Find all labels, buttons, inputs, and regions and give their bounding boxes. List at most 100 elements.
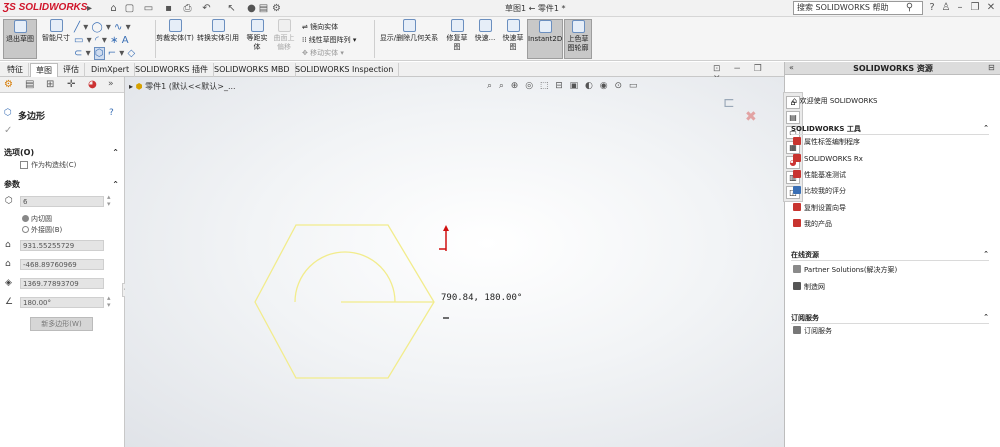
angle-spinner-icon[interactable]: ▴ ▾ [107, 295, 111, 309]
tab-dimxpert[interactable]: DimXpert [86, 63, 136, 77]
pin-icon[interactable]: ⊟ [988, 63, 995, 72]
tab-features[interactable]: 特征 [2, 63, 29, 77]
parameters-section-header[interactable]: 参数 ⌃ [0, 179, 124, 191]
welcome-link[interactable]: ⌂ 欢迎使用 SOLIDWORKS [792, 95, 878, 106]
save-icon[interactable]: ▪ [163, 3, 174, 14]
text-icon[interactable]: A [122, 35, 129, 46]
tools-section-header[interactable]: SOLIDWORKS 工具 ⌃ [791, 124, 989, 135]
rebuild-icon[interactable]: ● [246, 3, 257, 14]
tab-solidworks-inspection[interactable]: SOLIDWORKS Inspection [290, 63, 400, 77]
offset-entities-button[interactable]: 等距实体 [243, 19, 271, 52]
user-icon[interactable]: ♙ [940, 2, 952, 13]
options-icon[interactable]: ⚙ [271, 3, 282, 14]
circumscribed-radio[interactable] [22, 226, 29, 233]
tab-sketch[interactable]: 草图 [30, 63, 58, 77]
exit-sketch-icon [13, 20, 27, 33]
trim-icon [168, 19, 182, 32]
search-icon[interactable]: ⚲ [904, 2, 915, 13]
resource-link[interactable]: 制造网 [793, 282, 825, 293]
smart-dimension-button[interactable]: 智能尺寸 [39, 19, 73, 43]
online-section-header[interactable]: 在线资源 ⌃ [791, 250, 989, 261]
resource-link[interactable]: 我的产品 [793, 219, 832, 230]
open-icon[interactable]: ▭ [143, 3, 154, 14]
diameter-field[interactable]: 1369.77893709 [20, 278, 104, 289]
repair-sketch-button[interactable]: 修复草图 [443, 19, 471, 52]
new-document-icon[interactable]: ▢ [124, 3, 135, 14]
property-manager-icon[interactable]: ▤ [25, 79, 39, 92]
plane-icon[interactable]: ◇ [128, 48, 136, 59]
trim-button[interactable]: 剪裁实体(T) [156, 19, 194, 43]
resource-link[interactable]: 订阅服务 [793, 326, 832, 337]
arc-icon[interactable]: ◜ [95, 35, 99, 46]
configuration-manager-icon[interactable]: ⊞ [46, 79, 60, 92]
resource-link[interactable]: 复制设置向导 [793, 203, 846, 214]
instant2d-button[interactable]: Instant2D [527, 19, 563, 59]
sides-field[interactable]: 6 [20, 196, 104, 207]
feature-manager-icon[interactable]: ⚙ [4, 79, 18, 92]
help-icon[interactable]: ? [109, 108, 114, 118]
select-icon[interactable]: ↖ [226, 3, 237, 14]
options-section-header[interactable]: 选项(O) ⌃ [0, 147, 124, 159]
my-products-icon [793, 219, 801, 227]
title-bar: ƷS SOLIDWORKS ▸ ⌂ ▢ ▭ ▪ ⎙ ↶ ↖ ● ▤ ⚙ 草图1 … [0, 0, 1000, 17]
shaded-sketch-contours-button[interactable]: 上色草 图轮廓 [564, 19, 592, 59]
resource-link[interactable]: Partner Solutions(解决方案) [793, 265, 897, 276]
file-properties-icon[interactable]: ▤ [258, 3, 269, 14]
center-y-icon: ⌂ [5, 259, 11, 269]
mirror-icon: ⇌ [302, 23, 311, 31]
design-library-tab-icon[interactable]: ▤ [786, 111, 800, 124]
restore-icon[interactable]: ❐ [969, 2, 981, 13]
help-icon[interactable]: ? [926, 2, 938, 13]
quick-snaps-button[interactable]: 快速... [472, 19, 498, 43]
property-title: 多边形 [18, 112, 46, 122]
mirror-button[interactable]: ⇌ 镜向实体 [302, 22, 338, 32]
display-manager-icon[interactable]: ◕ [88, 79, 102, 92]
tab-solidworks-addins[interactable]: SOLIDWORKS 插件 [130, 63, 214, 77]
exit-sketch-button[interactable]: 退出草图 [3, 19, 37, 59]
move-icon: ✥ [302, 49, 311, 57]
undo-icon[interactable]: ↶ [201, 3, 212, 14]
convert-entities-icon [211, 19, 225, 32]
circle-icon[interactable]: ◯ [91, 22, 102, 33]
point-icon[interactable]: ∗ [110, 35, 118, 46]
center-y-field[interactable]: -468.89760969 [20, 259, 104, 270]
subscription-section-header[interactable]: 订阅服务 ⌃ [791, 313, 989, 324]
rapid-sketch-button[interactable]: 快速草图 [500, 19, 526, 52]
inscribed-radio[interactable] [22, 215, 29, 222]
graphics-area[interactable]: ▸ ⬢ 零件1 (默认<<默认>_... ⌕ ⌕ ⊕ ◎ ⬚ ⊟ ▣ ◐ ◉ ⊙… [125, 77, 784, 447]
polygon-icon: ⬡ [4, 108, 12, 118]
resource-link[interactable]: 性能基准测试 [793, 170, 846, 181]
spline-icon[interactable]: ∿ [114, 22, 122, 33]
menu-arrow-icon[interactable]: ▸ [84, 3, 95, 14]
sketch-geometry[interactable] [125, 77, 784, 447]
sides-spinner-icon[interactable]: ▴ ▾ [107, 194, 111, 208]
angle-field[interactable]: 180.00° [20, 297, 104, 308]
move-entities-button[interactable]: ✥ 移动实体 ▾ [302, 48, 344, 58]
display-delete-relations-button[interactable]: 显示/删除几何关系 [376, 19, 442, 43]
surface-offset-button[interactable]: 曲面上 偏移 [271, 19, 297, 52]
dimxpert-manager-icon[interactable]: ✛ [67, 79, 81, 92]
collapse-icon[interactable]: « [789, 63, 794, 72]
resource-link[interactable]: 属性标签编制程序 [793, 137, 860, 148]
panel-expand-icon[interactable]: » [108, 79, 122, 92]
close-icon[interactable]: ✕ [985, 2, 997, 13]
line-icon[interactable]: ╱ [74, 22, 80, 33]
command-manager-tabs: 特征 草图 评估 DimXpert SOLIDWORKS 插件 SOLIDWOR… [0, 62, 784, 84]
tab-solidworks-mbd[interactable]: SOLIDWORKS MBD [209, 63, 296, 77]
resource-link[interactable]: SOLIDWORKS Rx [793, 154, 863, 165]
convert-entities-button[interactable]: 转换实体引用 [195, 19, 241, 43]
new-polygon-button[interactable]: 新多边形(W) [30, 317, 93, 331]
ok-checkmark-icon[interactable]: ✓ [4, 125, 12, 136]
minimize-icon[interactable]: – [954, 2, 966, 13]
tab-evaluate[interactable]: 评估 [58, 63, 85, 77]
resource-link[interactable]: 比较我的评分 [793, 186, 846, 197]
fillet-icon[interactable]: ⌐ [108, 48, 116, 59]
polygon-icon[interactable]: ⬡ [93, 47, 105, 60]
construction-checkbox[interactable] [20, 161, 28, 169]
print-icon[interactable]: ⎙ [182, 3, 193, 14]
linear-pattern-button[interactable]: ⁞⁞ 线性草图阵列 ▾ [302, 35, 356, 45]
rectangle-icon[interactable]: ▭ [74, 35, 83, 46]
home-icon[interactable]: ⌂ [108, 3, 119, 14]
center-x-field[interactable]: 931.55255729 [20, 240, 104, 251]
slot-icon[interactable]: ⊂ [74, 48, 82, 59]
